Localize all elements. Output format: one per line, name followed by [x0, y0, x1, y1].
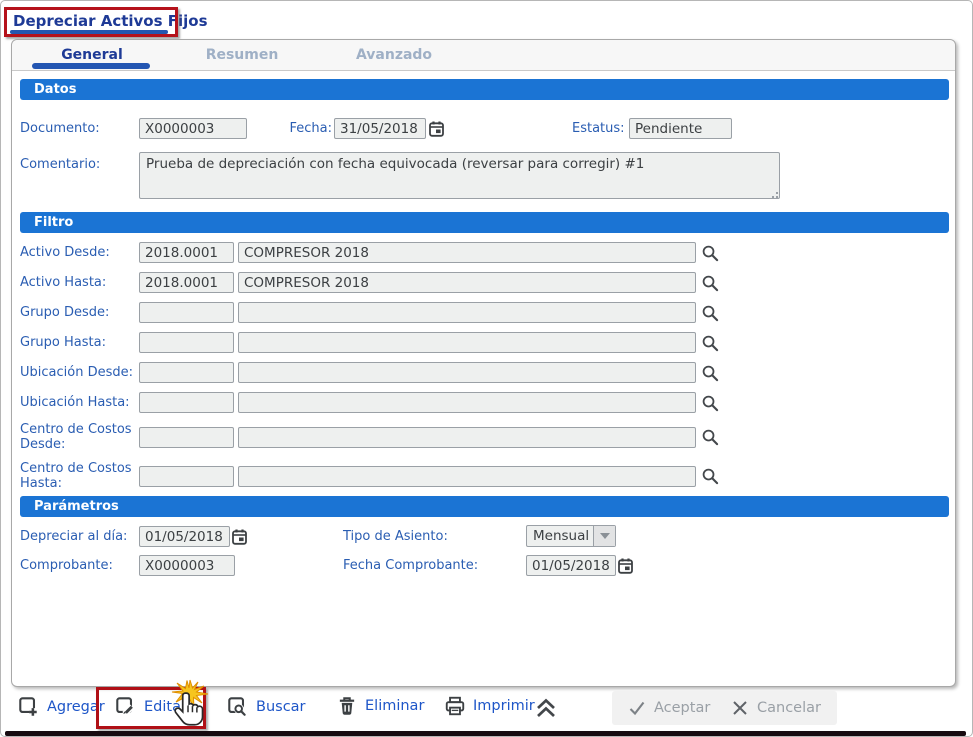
comentario-label: Comentario:: [20, 157, 100, 172]
filter-row: Activo Hasta:: [20, 272, 949, 293]
filter-desc-input[interactable]: [238, 427, 696, 448]
filter-row: Grupo Desde:: [20, 302, 949, 323]
x-icon: [731, 699, 749, 717]
document-pencil-icon: [114, 695, 137, 718]
filter-row-label: Centro de Costos Desde:: [20, 422, 139, 452]
agregar-button[interactable]: Agregar: [17, 695, 105, 718]
filter-row: Ubicación Desde:: [20, 362, 949, 383]
tab-avanzado[interactable]: Avanzado: [334, 47, 454, 63]
filter-desc-input[interactable]: [238, 362, 696, 383]
tab-strip: General Resumen Avanzado: [12, 40, 955, 71]
main-panel: General Resumen Avanzado Datos Documento…: [11, 39, 956, 687]
fecha-label: Fecha:: [280, 121, 332, 136]
calendar-icon[interactable]: [428, 120, 445, 138]
filter-row-label: Grupo Desde:: [20, 305, 139, 320]
section-header-datos: Datos: [20, 79, 949, 100]
filter-code-input[interactable]: [139, 392, 234, 413]
documento-input[interactable]: [139, 118, 247, 139]
fecha-input[interactable]: [334, 118, 426, 139]
printer-icon: [444, 695, 466, 717]
imprimir-label: Imprimir: [473, 698, 535, 714]
estatus-label: Estatus:: [572, 121, 625, 136]
filter-desc-input[interactable]: [238, 466, 696, 487]
window-bottom-edge: [5, 731, 966, 736]
cancelar-label: Cancelar: [757, 700, 821, 716]
filter-row: Centro de Costos Desde:: [20, 422, 949, 452]
search-icon[interactable]: [701, 428, 719, 446]
filter-row-label: Ubicación Hasta:: [20, 395, 139, 410]
section-header-parametros: Parámetros: [20, 496, 949, 517]
filter-desc-input[interactable]: [238, 332, 696, 353]
document-plus-icon: [17, 695, 40, 718]
check-icon: [628, 699, 646, 717]
filter-desc-input[interactable]: [238, 242, 696, 263]
comprobante-input[interactable]: [139, 555, 235, 576]
estatus-input[interactable]: [629, 118, 732, 139]
filter-desc-input[interactable]: [238, 392, 696, 413]
filter-row: Grupo Hasta:: [20, 332, 949, 353]
filter-code-input[interactable]: [139, 332, 234, 353]
search-icon[interactable]: [701, 467, 719, 485]
search-icon[interactable]: [701, 334, 719, 352]
tipo-de-asiento-label: Tipo de Asiento:: [343, 529, 448, 544]
search-icon[interactable]: [701, 394, 719, 412]
section-header-filtro: Filtro: [20, 212, 949, 233]
title-annotation-box: [4, 7, 178, 37]
filter-code-input[interactable]: [139, 242, 234, 263]
comprobante-label: Comprobante:: [20, 558, 113, 573]
textarea-resize-grip[interactable]: [769, 189, 778, 198]
filter-row-label: Grupo Hasta:: [20, 335, 139, 350]
documento-label: Documento:: [20, 121, 100, 136]
filter-row-label: Centro de Costos Hasta:: [20, 461, 139, 491]
tipo-de-asiento-value: Mensual: [527, 526, 593, 546]
fecha-comprobante-input[interactable]: [526, 555, 616, 576]
aceptar-label: Aceptar: [654, 700, 710, 716]
calendar-icon[interactable]: [231, 528, 248, 546]
search-icon[interactable]: [701, 364, 719, 382]
buscar-button[interactable]: Buscar: [226, 695, 306, 718]
document-search-icon: [226, 695, 249, 718]
search-icon[interactable]: [701, 244, 719, 262]
search-icon[interactable]: [701, 304, 719, 322]
filter-row: Ubicación Hasta:: [20, 392, 949, 413]
filter-row-label: Ubicación Desde:: [20, 365, 139, 380]
filter-code-input[interactable]: [139, 302, 234, 323]
buscar-label: Buscar: [256, 699, 306, 715]
filter-row-label: Activo Desde:: [20, 245, 139, 260]
chevron-down-icon[interactable]: [593, 526, 615, 546]
filter-code-input[interactable]: [139, 427, 234, 448]
filter-row: Centro de Costos Hasta:: [20, 461, 949, 491]
filter-row-label: Activo Hasta:: [20, 275, 139, 290]
cancelar-button[interactable]: Cancelar: [715, 691, 837, 725]
hand-cursor-icon: [173, 690, 205, 732]
search-icon[interactable]: [701, 274, 719, 292]
fecha-comprobante-label: Fecha Comprobante:: [343, 558, 478, 573]
filter-code-input[interactable]: [139, 272, 234, 293]
eliminar-button[interactable]: Eliminar: [336, 695, 424, 717]
calendar-icon[interactable]: [617, 557, 634, 575]
tab-general[interactable]: General: [32, 47, 152, 63]
depreciar-al-dia-label: Depreciar al día:: [20, 529, 127, 544]
trash-icon: [336, 695, 358, 717]
filter-rows-container: Activo Desde: Activo Hasta: Grupo Desde:: [20, 242, 949, 500]
double-chevron-up-icon: [533, 696, 559, 720]
tab-resumen[interactable]: Resumen: [182, 47, 302, 63]
active-tab-indicator: [32, 63, 150, 69]
application-window: Depreciar Activos Fijos General Resumen …: [0, 0, 973, 737]
filter-desc-input[interactable]: [238, 272, 696, 293]
imprimir-button[interactable]: Imprimir: [444, 695, 535, 717]
collapse-toolbar-button[interactable]: [533, 696, 559, 720]
comentario-textarea[interactable]: Prueba de depreciación con fecha equivoc…: [139, 152, 780, 199]
aceptar-button[interactable]: Aceptar: [612, 691, 726, 725]
depreciar-al-dia-input[interactable]: [139, 526, 230, 547]
eliminar-label: Eliminar: [365, 698, 424, 714]
filter-desc-input[interactable]: [238, 302, 696, 323]
tipo-de-asiento-select[interactable]: Mensual: [526, 525, 616, 547]
filter-code-input[interactable]: [139, 466, 234, 487]
filter-row: Activo Desde:: [20, 242, 949, 263]
filter-code-input[interactable]: [139, 362, 234, 383]
